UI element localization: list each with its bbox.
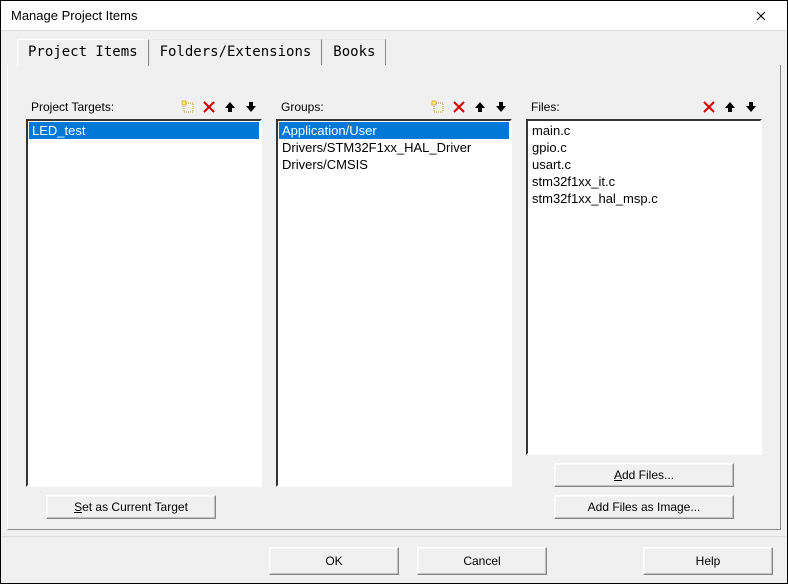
targets-listbox[interactable]: LED_test bbox=[26, 119, 262, 487]
list-item[interactable]: Drivers/CMSIS bbox=[279, 156, 509, 173]
list-item[interactable]: stm32f1xx_it.c bbox=[529, 173, 759, 190]
targets-down-icon[interactable] bbox=[242, 98, 260, 116]
list-item[interactable]: main.c bbox=[529, 122, 759, 139]
groups-listbox[interactable]: Application/User Drivers/STM32F1xx_HAL_D… bbox=[276, 119, 512, 487]
list-item[interactable]: stm32f1xx_hal_msp.c bbox=[529, 190, 759, 207]
set-current-target-button[interactable]: Set as Current Target bbox=[46, 495, 216, 519]
ok-button[interactable]: OK bbox=[269, 547, 399, 575]
cancel-button[interactable]: Cancel bbox=[417, 547, 547, 575]
tab-strip: Project Items Folders/Extensions Books bbox=[7, 39, 781, 65]
targets-header: Project Targets: bbox=[26, 95, 262, 119]
tab-project-items[interactable]: Project Items bbox=[17, 39, 149, 66]
files-column: Files: main.c gpi bbox=[526, 95, 762, 519]
files-delete-icon[interactable] bbox=[700, 98, 718, 116]
list-item[interactable]: Drivers/STM32F1xx_HAL_Driver bbox=[279, 139, 509, 156]
add-files-button[interactable]: Add Files... bbox=[554, 463, 734, 487]
targets-new-icon[interactable] bbox=[179, 98, 197, 116]
groups-header: Groups: bbox=[276, 95, 512, 119]
titlebar: Manage Project Items bbox=[1, 1, 787, 31]
files-header: Files: bbox=[526, 95, 762, 119]
targets-column: Project Targets: bbox=[26, 95, 262, 519]
add-files-as-image-button[interactable]: Add Files as Image... bbox=[554, 495, 734, 519]
list-item[interactable]: Application/User bbox=[279, 122, 509, 139]
dialog-buttons: OK Cancel Help bbox=[1, 536, 787, 583]
close-button[interactable] bbox=[741, 4, 781, 28]
list-item[interactable]: gpio.c bbox=[529, 139, 759, 156]
groups-up-icon[interactable] bbox=[471, 98, 489, 116]
groups-delete-icon[interactable] bbox=[450, 98, 468, 116]
targets-delete-icon[interactable] bbox=[200, 98, 218, 116]
tab-folders-extensions[interactable]: Folders/Extensions bbox=[149, 39, 323, 65]
list-item[interactable]: usart.c bbox=[529, 156, 759, 173]
files-down-icon[interactable] bbox=[742, 98, 760, 116]
tab-body: Project Targets: bbox=[7, 65, 781, 530]
targets-label: Project Targets: bbox=[28, 97, 117, 117]
groups-new-icon[interactable] bbox=[429, 98, 447, 116]
help-button[interactable]: Help bbox=[643, 547, 773, 575]
files-up-icon[interactable] bbox=[721, 98, 739, 116]
tab-books[interactable]: Books bbox=[322, 39, 386, 65]
window-title: Manage Project Items bbox=[11, 8, 741, 23]
files-label: Files: bbox=[528, 97, 563, 117]
list-item[interactable]: LED_test bbox=[29, 122, 259, 139]
targets-up-icon[interactable] bbox=[221, 98, 239, 116]
files-toolbar bbox=[700, 98, 760, 116]
groups-down-icon[interactable] bbox=[492, 98, 510, 116]
groups-toolbar bbox=[429, 98, 510, 116]
files-listbox[interactable]: main.c gpio.c usart.c stm32f1xx_it.c stm… bbox=[526, 119, 762, 455]
targets-toolbar bbox=[179, 98, 260, 116]
client-area: Project Items Folders/Extensions Books P… bbox=[1, 31, 787, 536]
groups-label: Groups: bbox=[278, 97, 327, 117]
groups-column: Groups: bbox=[276, 95, 512, 519]
